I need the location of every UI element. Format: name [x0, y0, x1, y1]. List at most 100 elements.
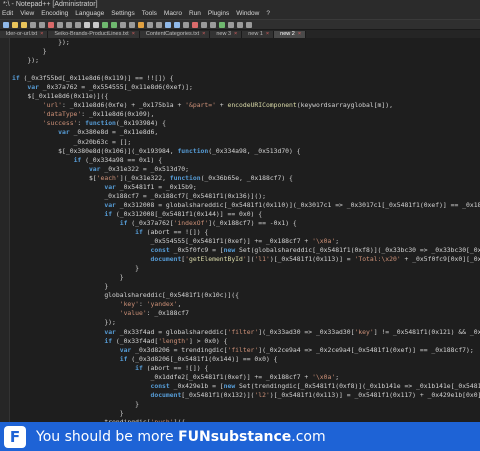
toolbar-button-icon[interactable] [12, 21, 18, 28]
watermark-text: You should be more FUNsubstance.com [36, 429, 326, 445]
tab-new-2[interactable]: new 2 × [274, 31, 307, 38]
code-line: var _0x31e322 = _0x513d70; [88, 164, 189, 173]
code-line: if (_0x3f55bd[_0x11e8d6(0x119)] == !![])… [12, 74, 174, 83]
menu-item-language[interactable]: Language [75, 10, 104, 17]
toolbar-button-icon[interactable] [183, 21, 189, 28]
code-line: }); [12, 56, 39, 65]
tab-close-icon[interactable]: × [234, 31, 237, 37]
toolbar-button-icon[interactable] [228, 21, 234, 28]
tab-close-icon[interactable]: × [298, 31, 301, 37]
menu-item-run[interactable]: Run [189, 10, 201, 17]
toolbar-button-icon[interactable] [147, 21, 153, 28]
tab-label: new 3 [216, 31, 232, 37]
menu-item--[interactable]: ? [266, 10, 270, 17]
toolbar-button-icon[interactable] [3, 21, 9, 28]
code-line: const _0x5f0fc9 = [new Set(globalsharedd… [150, 246, 480, 255]
code-line: const _0x429e1b = [new Set(trendingdic[_… [150, 381, 480, 390]
tab-lder-or-url-txt[interactable]: lder-or-url.txt × [0, 31, 49, 38]
window-title: *:\ - Notepad++ [Administrator] [0, 0, 480, 9]
code-line: 'dataType': _0x11e8d6(0x109), [42, 110, 155, 119]
code-line: 'value': _0x188cf7 [119, 309, 189, 318]
code-editor[interactable]: }); } }); if (_0x3f55bd[_0x11e8d6(0x119)… [0, 38, 480, 422]
code-line: 'url': _0x11e8d6(0xfe) + _0x175b1a + '&p… [42, 101, 393, 110]
toolbar-button-icon[interactable] [21, 21, 27, 28]
tab-close-icon[interactable]: × [202, 31, 205, 37]
tab-label: Seiko-Brands-ProductLines.txt [54, 31, 129, 37]
tab-seiko-brands-productlines-txt[interactable]: Seiko-Brands-ProductLines.txt × [48, 31, 140, 38]
code-line: if (_0x3d8206[_0x5481f1(0x144)] == 0x0) … [119, 354, 278, 363]
menu-item-macro[interactable]: Macro [164, 10, 182, 17]
toolbar-button-icon[interactable] [39, 21, 45, 28]
code-line: var _0x33f4ad = globalshareddic['filter'… [104, 327, 480, 336]
code-text[interactable]: }); } }); if (_0x3f55bd[_0x11e8d6(0x119)… [12, 38, 480, 422]
toolbar-button-icon[interactable] [237, 21, 243, 28]
watermark-banner: F You should be more FUNsubstance.com [0, 422, 480, 451]
toolbar-button-icon[interactable] [84, 21, 90, 28]
toolbar-button-icon[interactable] [129, 21, 135, 28]
toolbar-button-icon[interactable] [165, 21, 171, 28]
code-line: } [12, 282, 109, 291]
toolbar-button-icon[interactable] [57, 21, 63, 28]
tab-close-icon[interactable]: × [40, 31, 43, 37]
code-line: $[_0x380e8d(0x106)](_0x193984, function(… [12, 146, 301, 155]
menu-item-window[interactable]: Window [236, 10, 259, 17]
code-line: var _0x37a762 = _0x554555[_0x11e8d6(0xef… [27, 83, 193, 92]
toolbar-button-icon[interactable] [48, 21, 54, 28]
toolbar-button-icon[interactable] [201, 21, 207, 28]
toolbar-button-icon[interactable] [120, 21, 126, 28]
tab-new-3[interactable]: new 3 × [210, 31, 243, 38]
toolbar-button-icon[interactable] [246, 21, 252, 28]
toolbar-button-icon[interactable] [102, 21, 108, 28]
watermark-site: FUNsubstance [178, 428, 292, 445]
code-line: _0x188cf7 = _0x188cf7[_0x5481f1(0x136)](… [12, 191, 266, 200]
code-line: } [12, 264, 139, 273]
code-line: $[_0x11e8d6(0x11e)]({ [12, 92, 109, 101]
code-line: } [12, 47, 47, 56]
tab-label: ContentCategories.txt [145, 31, 200, 37]
toolbar-button-icon[interactable] [192, 21, 198, 28]
menu-item-encoding[interactable]: Encoding [41, 10, 68, 17]
code-line: document['getElementById']('l1')[_0x5481… [150, 255, 480, 264]
toolbar-button-icon[interactable] [30, 21, 36, 28]
code-line: }); [12, 318, 116, 327]
toolbar [0, 19, 480, 30]
toolbar-button-icon[interactable] [93, 21, 99, 28]
code-line: _0x20b63c = []; [12, 137, 132, 146]
code-line: if (_0x33f4ad['length'] > 0x0) { [104, 336, 228, 345]
code-line: if (_0x334a98 == 0x1) { [73, 155, 163, 164]
code-line: document[_0x5481f1(0x132)]('l2')[_0x5481… [150, 390, 480, 399]
code-line: var _0x3d8206 = trendingdic['filter'](_0… [119, 345, 474, 354]
tab-label: new 2 [280, 31, 295, 37]
toolbar-button-icon[interactable] [156, 21, 162, 28]
watermark-suffix: .com [291, 428, 326, 445]
watermark-prefix: You should be more [36, 428, 179, 445]
toolbar-button-icon[interactable] [219, 21, 225, 28]
toolbar-button-icon[interactable] [174, 21, 180, 28]
menu-bar: Edit View Encoding Language Settings Tools Mac… [0, 9, 480, 19]
tab-close-icon[interactable]: × [132, 31, 135, 37]
tab-contentcategories-txt[interactable]: ContentCategories.txt × [139, 31, 211, 38]
menu-item-settings[interactable]: Settings [111, 10, 135, 17]
funsubstance-logo-icon: F [4, 425, 26, 448]
menu-item-view[interactable]: View [20, 10, 34, 17]
code-line: if (_0x312008[_0x5481f1(0x144)] == 0x0) … [104, 209, 263, 218]
menu-item-tools[interactable]: Tools [142, 10, 157, 17]
tab-bar: lder-or-url.txt × Seiko-Brands-ProductLine… [0, 30, 480, 38]
toolbar-button-icon[interactable] [111, 21, 117, 28]
code-line: if (abort == ![]) { [135, 227, 209, 236]
toolbar-button-icon[interactable] [138, 21, 144, 28]
toolbar-button-icon[interactable] [210, 21, 216, 28]
menu-item-plugins[interactable]: Plugins [208, 10, 229, 17]
toolbar-button-icon[interactable] [75, 21, 81, 28]
code-line: if (_0x37a762['indexOf'](_0x188cf7) == -… [119, 218, 297, 227]
tab-new-1[interactable]: new 1 × [242, 31, 275, 38]
tab-close-icon[interactable]: × [266, 31, 269, 37]
code-line: var _0x380e8d = _0x11e8d6, [58, 128, 159, 137]
code-line: var _0x312008 = globalshareddic[_0x5481f… [104, 200, 480, 209]
menu-item-edit[interactable]: Edit [2, 10, 13, 17]
code-line: } [12, 273, 124, 282]
code-line: if (abort == ![]) { [135, 363, 209, 372]
code-line: _0x1ddfe2[_0x5481f1(0xef)] += _0x188cf7 … [12, 372, 340, 381]
code-line: }); [12, 38, 70, 46]
toolbar-button-icon[interactable] [66, 21, 72, 28]
